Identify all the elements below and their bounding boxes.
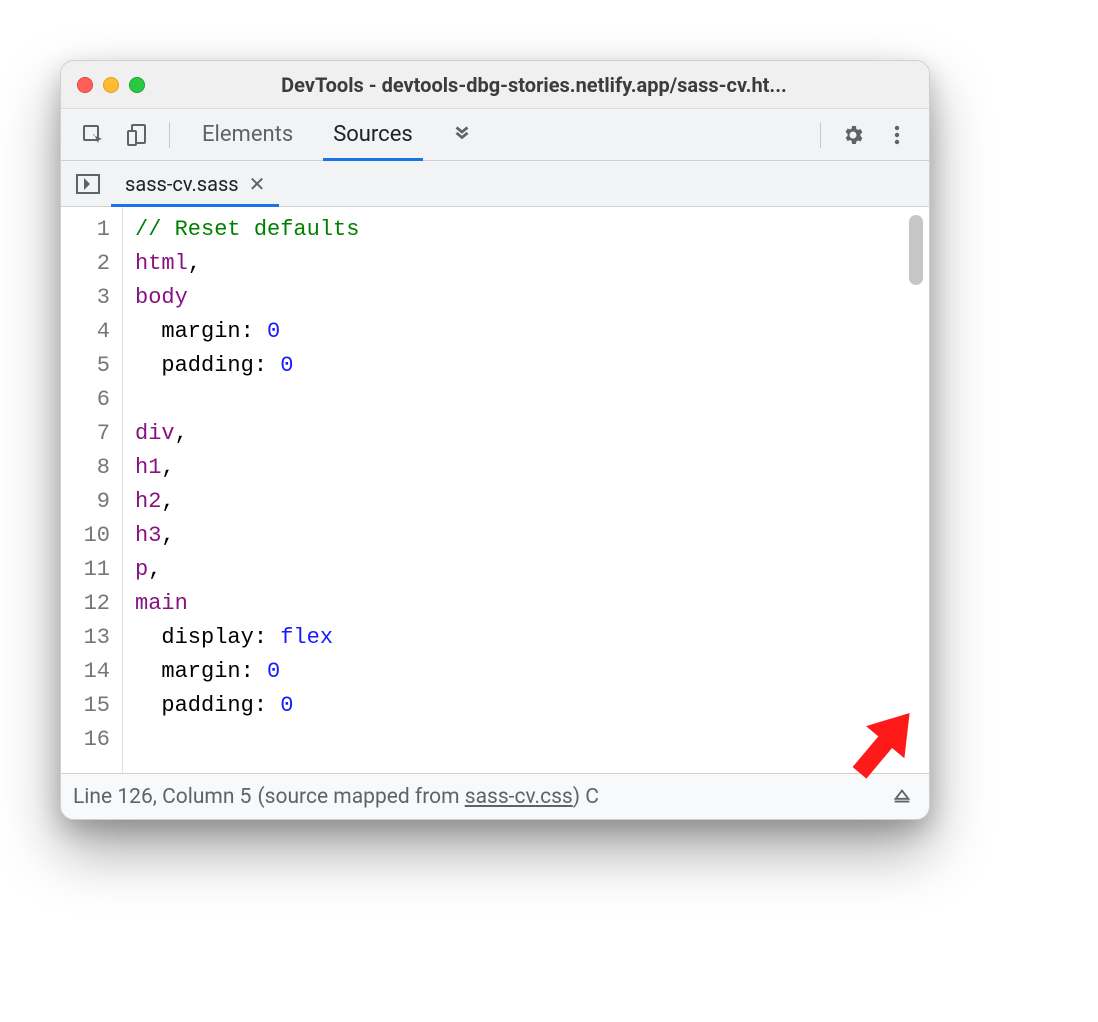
panel-tabs: Elements Sources — [182, 109, 433, 160]
navigator-toggle-icon[interactable] — [71, 167, 105, 201]
separator — [820, 122, 821, 148]
file-tab-bar: sass-cv.sass ✕ — [61, 161, 929, 207]
scrollbar-thumb[interactable] — [909, 215, 923, 285]
code-line: padding: 0 — [135, 689, 929, 723]
code-line: div, — [135, 417, 929, 451]
code-content[interactable]: // Reset defaultshtml,body margin: 0 pad… — [123, 207, 929, 773]
code-line: p, — [135, 553, 929, 587]
more-tabs-button[interactable] — [437, 121, 487, 149]
tab-label: Elements — [202, 122, 293, 147]
line-number: 9 — [61, 485, 110, 519]
line-number: 11 — [61, 553, 110, 587]
code-line: // Reset defaults — [135, 213, 929, 247]
show-drawer-icon[interactable] — [887, 782, 917, 812]
line-number: 15 — [61, 689, 110, 723]
close-tab-icon[interactable]: ✕ — [249, 172, 266, 196]
status-bar: Line 126, Column 5 (source mapped from s… — [61, 773, 929, 819]
code-line: main — [135, 587, 929, 621]
code-line: padding: 0 — [135, 349, 929, 383]
code-editor[interactable]: 12345678910111213141516 // Reset default… — [61, 207, 929, 773]
line-number: 5 — [61, 349, 110, 383]
line-number: 2 — [61, 247, 110, 281]
code-line: h3, — [135, 519, 929, 553]
minimize-window-button[interactable] — [103, 77, 119, 93]
tab-label: Sources — [333, 122, 413, 147]
line-number: 16 — [61, 723, 110, 757]
line-number: 4 — [61, 315, 110, 349]
line-number: 7 — [61, 417, 110, 451]
file-tab-label: sass-cv.sass — [125, 172, 239, 196]
separator — [169, 122, 170, 148]
cursor-position: Line 126, Column 5 — [73, 785, 251, 809]
tab-elements[interactable]: Elements — [182, 109, 313, 160]
source-map-info: (source mapped from sass-cv.css) C — [257, 785, 881, 809]
main-toolbar: Elements Sources — [61, 109, 929, 161]
line-number: 12 — [61, 587, 110, 621]
line-number: 6 — [61, 383, 110, 417]
line-number: 1 — [61, 213, 110, 247]
line-number: 14 — [61, 655, 110, 689]
settings-icon[interactable] — [833, 115, 873, 155]
code-line — [135, 723, 929, 757]
code-line: margin: 0 — [135, 315, 929, 349]
line-number: 10 — [61, 519, 110, 553]
kebab-menu-icon[interactable] — [877, 115, 917, 155]
zoom-window-button[interactable] — [129, 77, 145, 93]
window-title: DevTools - devtools-dbg-stories.netlify.… — [155, 73, 913, 97]
device-toolbar-icon[interactable] — [117, 115, 157, 155]
code-line: display: flex — [135, 621, 929, 655]
inspect-element-icon[interactable] — [73, 115, 113, 155]
line-gutter: 12345678910111213141516 — [61, 207, 123, 773]
close-window-button[interactable] — [77, 77, 93, 93]
titlebar: DevTools - devtools-dbg-stories.netlify.… — [61, 61, 929, 109]
code-line — [135, 383, 929, 417]
source-map-link[interactable]: sass-cv.css — [465, 785, 573, 809]
code-line: margin: 0 — [135, 655, 929, 689]
traffic-lights — [77, 77, 145, 93]
code-line: html, — [135, 247, 929, 281]
file-tab-sass-cv[interactable]: sass-cv.sass ✕ — [111, 161, 279, 206]
tab-sources[interactable]: Sources — [313, 109, 433, 160]
line-number: 8 — [61, 451, 110, 485]
code-line: body — [135, 281, 929, 315]
devtools-window: DevTools - devtools-dbg-stories.netlify.… — [60, 60, 930, 820]
line-number: 3 — [61, 281, 110, 315]
code-line: h1, — [135, 451, 929, 485]
line-number: 13 — [61, 621, 110, 655]
code-line: h2, — [135, 485, 929, 519]
